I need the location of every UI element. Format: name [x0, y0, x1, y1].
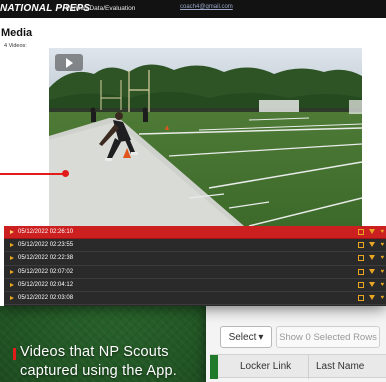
- video-actions: ♥: [358, 281, 384, 288]
- play-triangle-icon: [10, 243, 14, 248]
- play-triangle-icon: [10, 230, 14, 235]
- video-list-item[interactable]: 05/12/2022 02:07:02 ♥: [4, 266, 386, 279]
- play-triangle-icon: [10, 269, 14, 274]
- column-divider: [308, 355, 309, 379]
- page-title: Media: [1, 27, 33, 39]
- download-icon[interactable]: [369, 255, 376, 261]
- play-triangle-icon: [10, 282, 14, 287]
- checkbox-icon[interactable]: [358, 242, 365, 249]
- play-triangle-icon: [10, 296, 14, 301]
- video-count: 4 Videos:: [4, 43, 27, 49]
- video-list-item[interactable]: 05/12/2022 02:23:55 ♥: [4, 239, 386, 253]
- top-navigation-bar: NATIONAL PREPS Verified Data/Evaluation …: [0, 0, 386, 18]
- download-icon[interactable]: [369, 281, 376, 287]
- media-panel: NATIONAL PREPS Verified Data/Evaluation …: [0, 0, 386, 306]
- favorite-icon[interactable]: ♥: [380, 229, 384, 235]
- checkbox-icon[interactable]: [358, 294, 365, 301]
- video-timestamp: 05/12/2022 02:26:10: [18, 229, 74, 236]
- play-icon: [65, 57, 73, 68]
- checkbox-icon[interactable]: [358, 281, 365, 288]
- download-icon[interactable]: [369, 268, 376, 274]
- video-actions: ♥: [358, 294, 384, 301]
- column-header-last-name[interactable]: Last Name: [316, 361, 364, 372]
- video-timestamp: 05/12/2022 02:22:38: [18, 255, 74, 262]
- video-timestamp: 05/12/2022 02:04:12: [18, 281, 74, 288]
- video-player[interactable]: [49, 48, 362, 226]
- download-icon[interactable]: [369, 229, 376, 234]
- play-button[interactable]: [55, 54, 83, 71]
- favorite-icon[interactable]: ♥: [380, 269, 384, 275]
- download-icon[interactable]: [369, 294, 376, 300]
- video-actions: ♥: [358, 268, 384, 275]
- show-selected-rows-button[interactable]: Show 0 Selected Rows: [276, 326, 380, 348]
- video-timestamp: 05/12/2022 02:03:08: [18, 295, 74, 302]
- video-list: 05/12/2022 02:26:10 ♥ 05/12/2022 02:23:55 ♥…: [4, 226, 386, 306]
- select-label: Select: [228, 331, 257, 343]
- download-icon[interactable]: [369, 242, 376, 248]
- video-timestamp: 05/12/2022 02:23:55: [18, 242, 74, 249]
- video-actions: ♥: [358, 242, 384, 249]
- play-triangle-icon: [10, 256, 14, 261]
- video-list-item[interactable]: 05/12/2022 02:04:12 ♥: [4, 279, 386, 292]
- favorite-icon[interactable]: ♥: [380, 255, 384, 261]
- video-list-item[interactable]: 05/12/2022 02:26:10 ♥: [4, 226, 386, 240]
- checkbox-icon[interactable]: [358, 229, 365, 235]
- caption: Videos that NP Scouts captured using the…: [20, 343, 210, 381]
- nav-verified-data[interactable]: Verified Data/Evaluation: [66, 5, 135, 12]
- caption-line-2: captured using the App.: [20, 363, 177, 379]
- video-actions: ♥: [358, 255, 384, 262]
- callout-line: [0, 173, 64, 175]
- caption-line-1: Videos that NP Scouts: [20, 344, 169, 360]
- caret-down-icon: ▾: [258, 331, 264, 343]
- favorite-icon[interactable]: ♥: [380, 242, 384, 248]
- video-timestamp: 05/12/2022 02:07:02: [18, 268, 74, 275]
- select-dropdown-button[interactable]: Select ▾: [220, 326, 272, 348]
- checkbox-icon[interactable]: [358, 255, 365, 262]
- table-header: Locker Link Last Name: [210, 354, 386, 379]
- column-header-locker-link[interactable]: Locker Link: [240, 361, 291, 372]
- row-select-indicator: [210, 355, 218, 379]
- favorite-icon[interactable]: ♥: [380, 282, 384, 288]
- caption-accent-bar: [13, 348, 16, 360]
- user-email-link[interactable]: coach4@gmail.com: [180, 4, 233, 10]
- callout-dot: [62, 170, 69, 177]
- video-list-item[interactable]: 05/12/2022 02:03:08 ♥: [4, 292, 386, 306]
- checkbox-icon[interactable]: [358, 268, 365, 275]
- roster-table-card: Select ▾ Show 0 Selected Rows Locker Lin…: [206, 292, 386, 382]
- video-frame-football-field: [49, 48, 362, 226]
- video-actions: ♥: [358, 229, 384, 235]
- video-list-item[interactable]: 05/12/2022 02:22:38 ♥: [4, 252, 386, 266]
- favorite-icon[interactable]: ♥: [380, 295, 384, 301]
